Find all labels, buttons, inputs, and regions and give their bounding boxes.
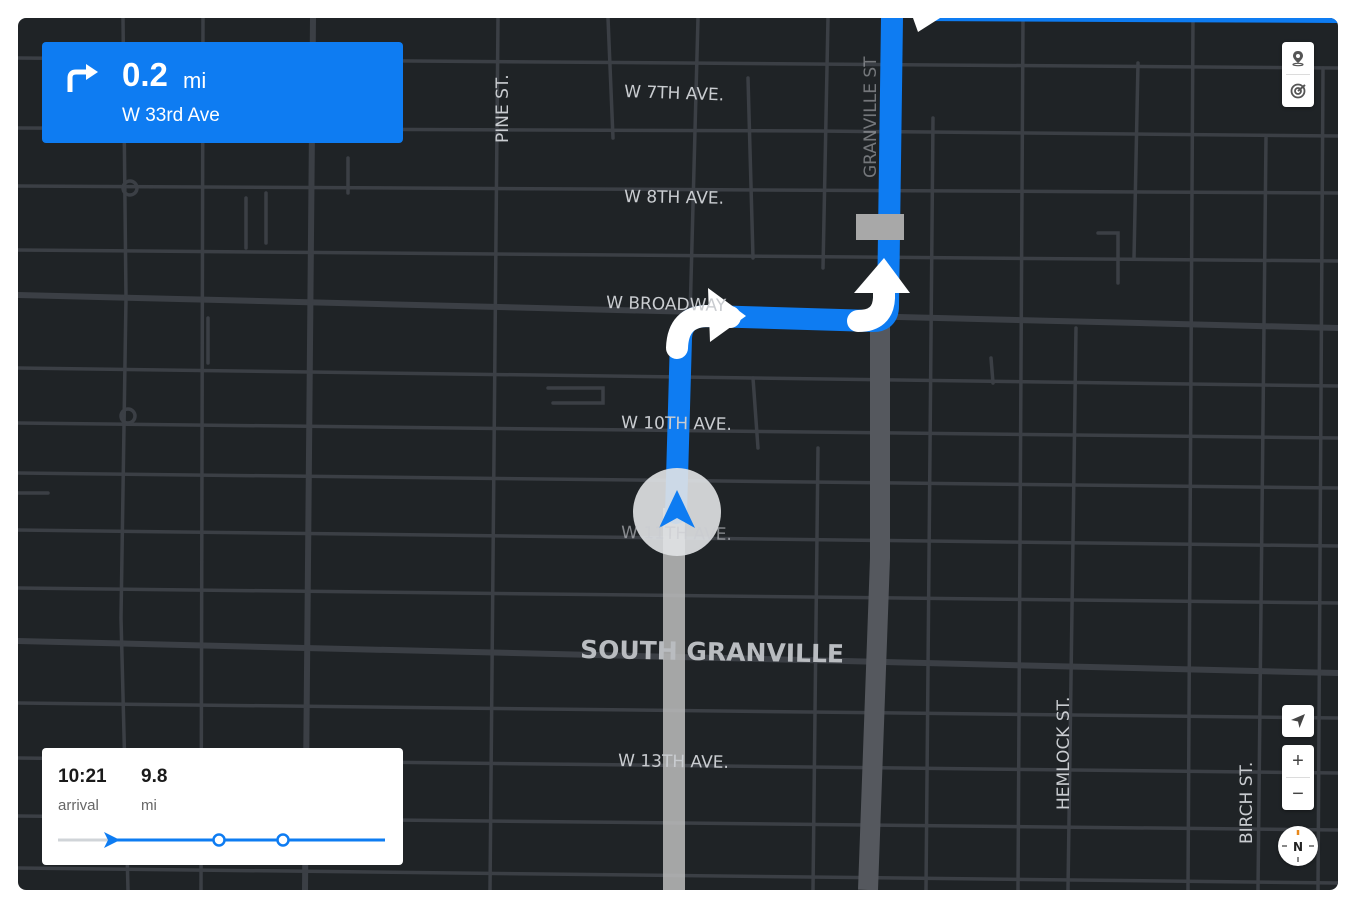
- locate-icon: [1291, 714, 1305, 728]
- trip-progress-bar: [58, 832, 385, 848]
- waypoint-marker: [276, 833, 290, 847]
- trip-summary-panel: 10:21 arrival 9.8 mi: [42, 748, 403, 865]
- turn-arrow-up: [854, 258, 910, 293]
- remaining-distance: 9.8: [141, 766, 168, 787]
- active-route-continuation: [915, 18, 1338, 23]
- zoom-out-button[interactable]: −: [1282, 778, 1314, 810]
- zoom-in-button[interactable]: +: [1282, 745, 1314, 777]
- remaining-distance-unit: mi: [141, 797, 157, 814]
- street-label-granville: GRANVILLE ST: [861, 56, 881, 178]
- street-label-w13th: W 13TH AVE.: [618, 751, 729, 773]
- street-label-broadway: W BROADWAY: [606, 293, 727, 316]
- turn-distance-unit: mi: [183, 68, 207, 93]
- waypoint-marker: [212, 833, 226, 847]
- turn-right-icon: [67, 64, 98, 92]
- street-label-w11th: W 11TH AVE.: [621, 523, 732, 545]
- zoom-controls: + −: [1282, 745, 1314, 810]
- radar-icon: [1290, 83, 1306, 99]
- next-street-name: W 33rd Ave: [122, 105, 220, 126]
- landmark-icon: [856, 214, 904, 240]
- street-label-w8th: W 8TH AVE.: [624, 187, 724, 209]
- street-label-pine: PINE ST.: [493, 74, 513, 143]
- street-label-w10th: W 10TH AVE.: [621, 413, 732, 435]
- locate-control: [1282, 705, 1314, 737]
- zoom-out-icon: −: [1292, 783, 1304, 805]
- zoom-in-icon: +: [1292, 750, 1304, 772]
- pin-button[interactable]: [1282, 42, 1314, 74]
- neighborhood-label: SOUTH GRANVILLE: [580, 635, 844, 669]
- map-layer-controls: [1282, 42, 1314, 107]
- radar-button[interactable]: [1282, 75, 1314, 107]
- compass-icon: N: [1282, 830, 1314, 862]
- route-top-marker: [913, 18, 940, 32]
- compass-button[interactable]: N: [1278, 826, 1318, 866]
- turn-distance-value: 0.2: [122, 56, 168, 93]
- compass-label: N: [1293, 840, 1303, 854]
- street-label-hemlock: HEMLOCK ST.: [1054, 697, 1074, 810]
- arrival-label: arrival: [58, 797, 99, 814]
- alternate-route: [858, 313, 890, 890]
- arrival-time: 10:21: [58, 766, 107, 787]
- navigation-banner: 0.2 mi W 33rd Ave: [42, 42, 403, 143]
- pin-icon: [1292, 51, 1304, 67]
- street-label-w7th: W 7TH AVE.: [624, 82, 725, 105]
- street-label-birch: BIRCH ST.: [1237, 762, 1257, 844]
- locate-button[interactable]: [1282, 705, 1314, 737]
